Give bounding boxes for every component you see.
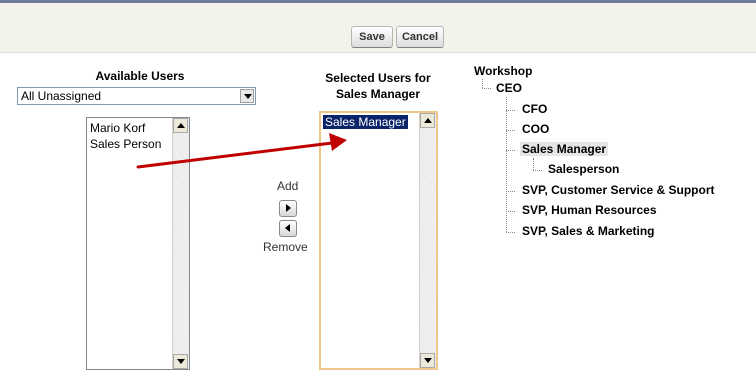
tree-node-svp-customer-service[interactable]: SVP, Customer Service & Support bbox=[522, 183, 715, 197]
tree-connector bbox=[506, 191, 515, 192]
tree-node-coo[interactable]: COO bbox=[522, 122, 549, 136]
tree-connector bbox=[506, 232, 515, 233]
tree-node-svp-sales-marketing[interactable]: SVP, Sales & Marketing bbox=[522, 224, 655, 238]
selected-users-list[interactable]: Sales Manager bbox=[319, 111, 438, 370]
tree-connector bbox=[506, 110, 515, 111]
scrollbar[interactable] bbox=[172, 118, 189, 369]
scroll-down-icon[interactable] bbox=[173, 354, 188, 369]
add-arrow-button[interactable] bbox=[279, 200, 297, 217]
list-item[interactable]: Sales Person bbox=[90, 137, 161, 151]
selected-users-title-line2: Sales Manager bbox=[335, 87, 421, 101]
tree-connector bbox=[506, 150, 515, 151]
list-item[interactable]: Mario Korf bbox=[90, 121, 145, 135]
tree-connector bbox=[533, 170, 542, 171]
add-label: Add bbox=[277, 179, 299, 193]
tree-connector bbox=[533, 158, 534, 170]
tree-node-svp-human-resources[interactable]: SVP, Human Resources bbox=[522, 203, 657, 217]
tree-connector bbox=[482, 79, 483, 88]
available-users-filter-select[interactable]: All Unassigned bbox=[17, 87, 256, 105]
save-button[interactable]: Save bbox=[351, 26, 393, 48]
tree-node-ceo[interactable]: CEO bbox=[496, 81, 522, 95]
scrollbar[interactable] bbox=[419, 113, 436, 368]
tree-node-sales-manager[interactable]: Sales Manager bbox=[520, 142, 609, 156]
cancel-button[interactable]: Cancel bbox=[396, 26, 444, 48]
tree-connector bbox=[482, 88, 491, 89]
selected-users-title: Selected Users for Sales Manager bbox=[313, 70, 443, 102]
scroll-up-icon[interactable] bbox=[173, 118, 188, 133]
tree-connector bbox=[506, 211, 515, 212]
tree-connector bbox=[506, 130, 515, 131]
button-bar: Save Cancel bbox=[0, 0, 756, 53]
selected-users-title-line1: Selected Users for bbox=[325, 71, 431, 85]
remove-label: Remove bbox=[263, 240, 308, 254]
available-users-list[interactable]: Mario Korf Sales Person bbox=[86, 117, 190, 370]
available-users-title: Available Users bbox=[95, 69, 185, 83]
chevron-down-icon[interactable] bbox=[240, 89, 254, 103]
list-item[interactable]: Sales Manager bbox=[323, 115, 408, 129]
tree-root: Workshop bbox=[474, 64, 533, 78]
filter-select-value: All Unassigned bbox=[21, 89, 102, 103]
tree-node-salesperson[interactable]: Salesperson bbox=[548, 162, 619, 176]
scroll-up-icon[interactable] bbox=[420, 113, 435, 128]
scroll-down-icon[interactable] bbox=[420, 353, 435, 368]
remove-arrow-button[interactable] bbox=[279, 220, 297, 237]
tree-node-cfo[interactable]: CFO bbox=[522, 102, 547, 116]
